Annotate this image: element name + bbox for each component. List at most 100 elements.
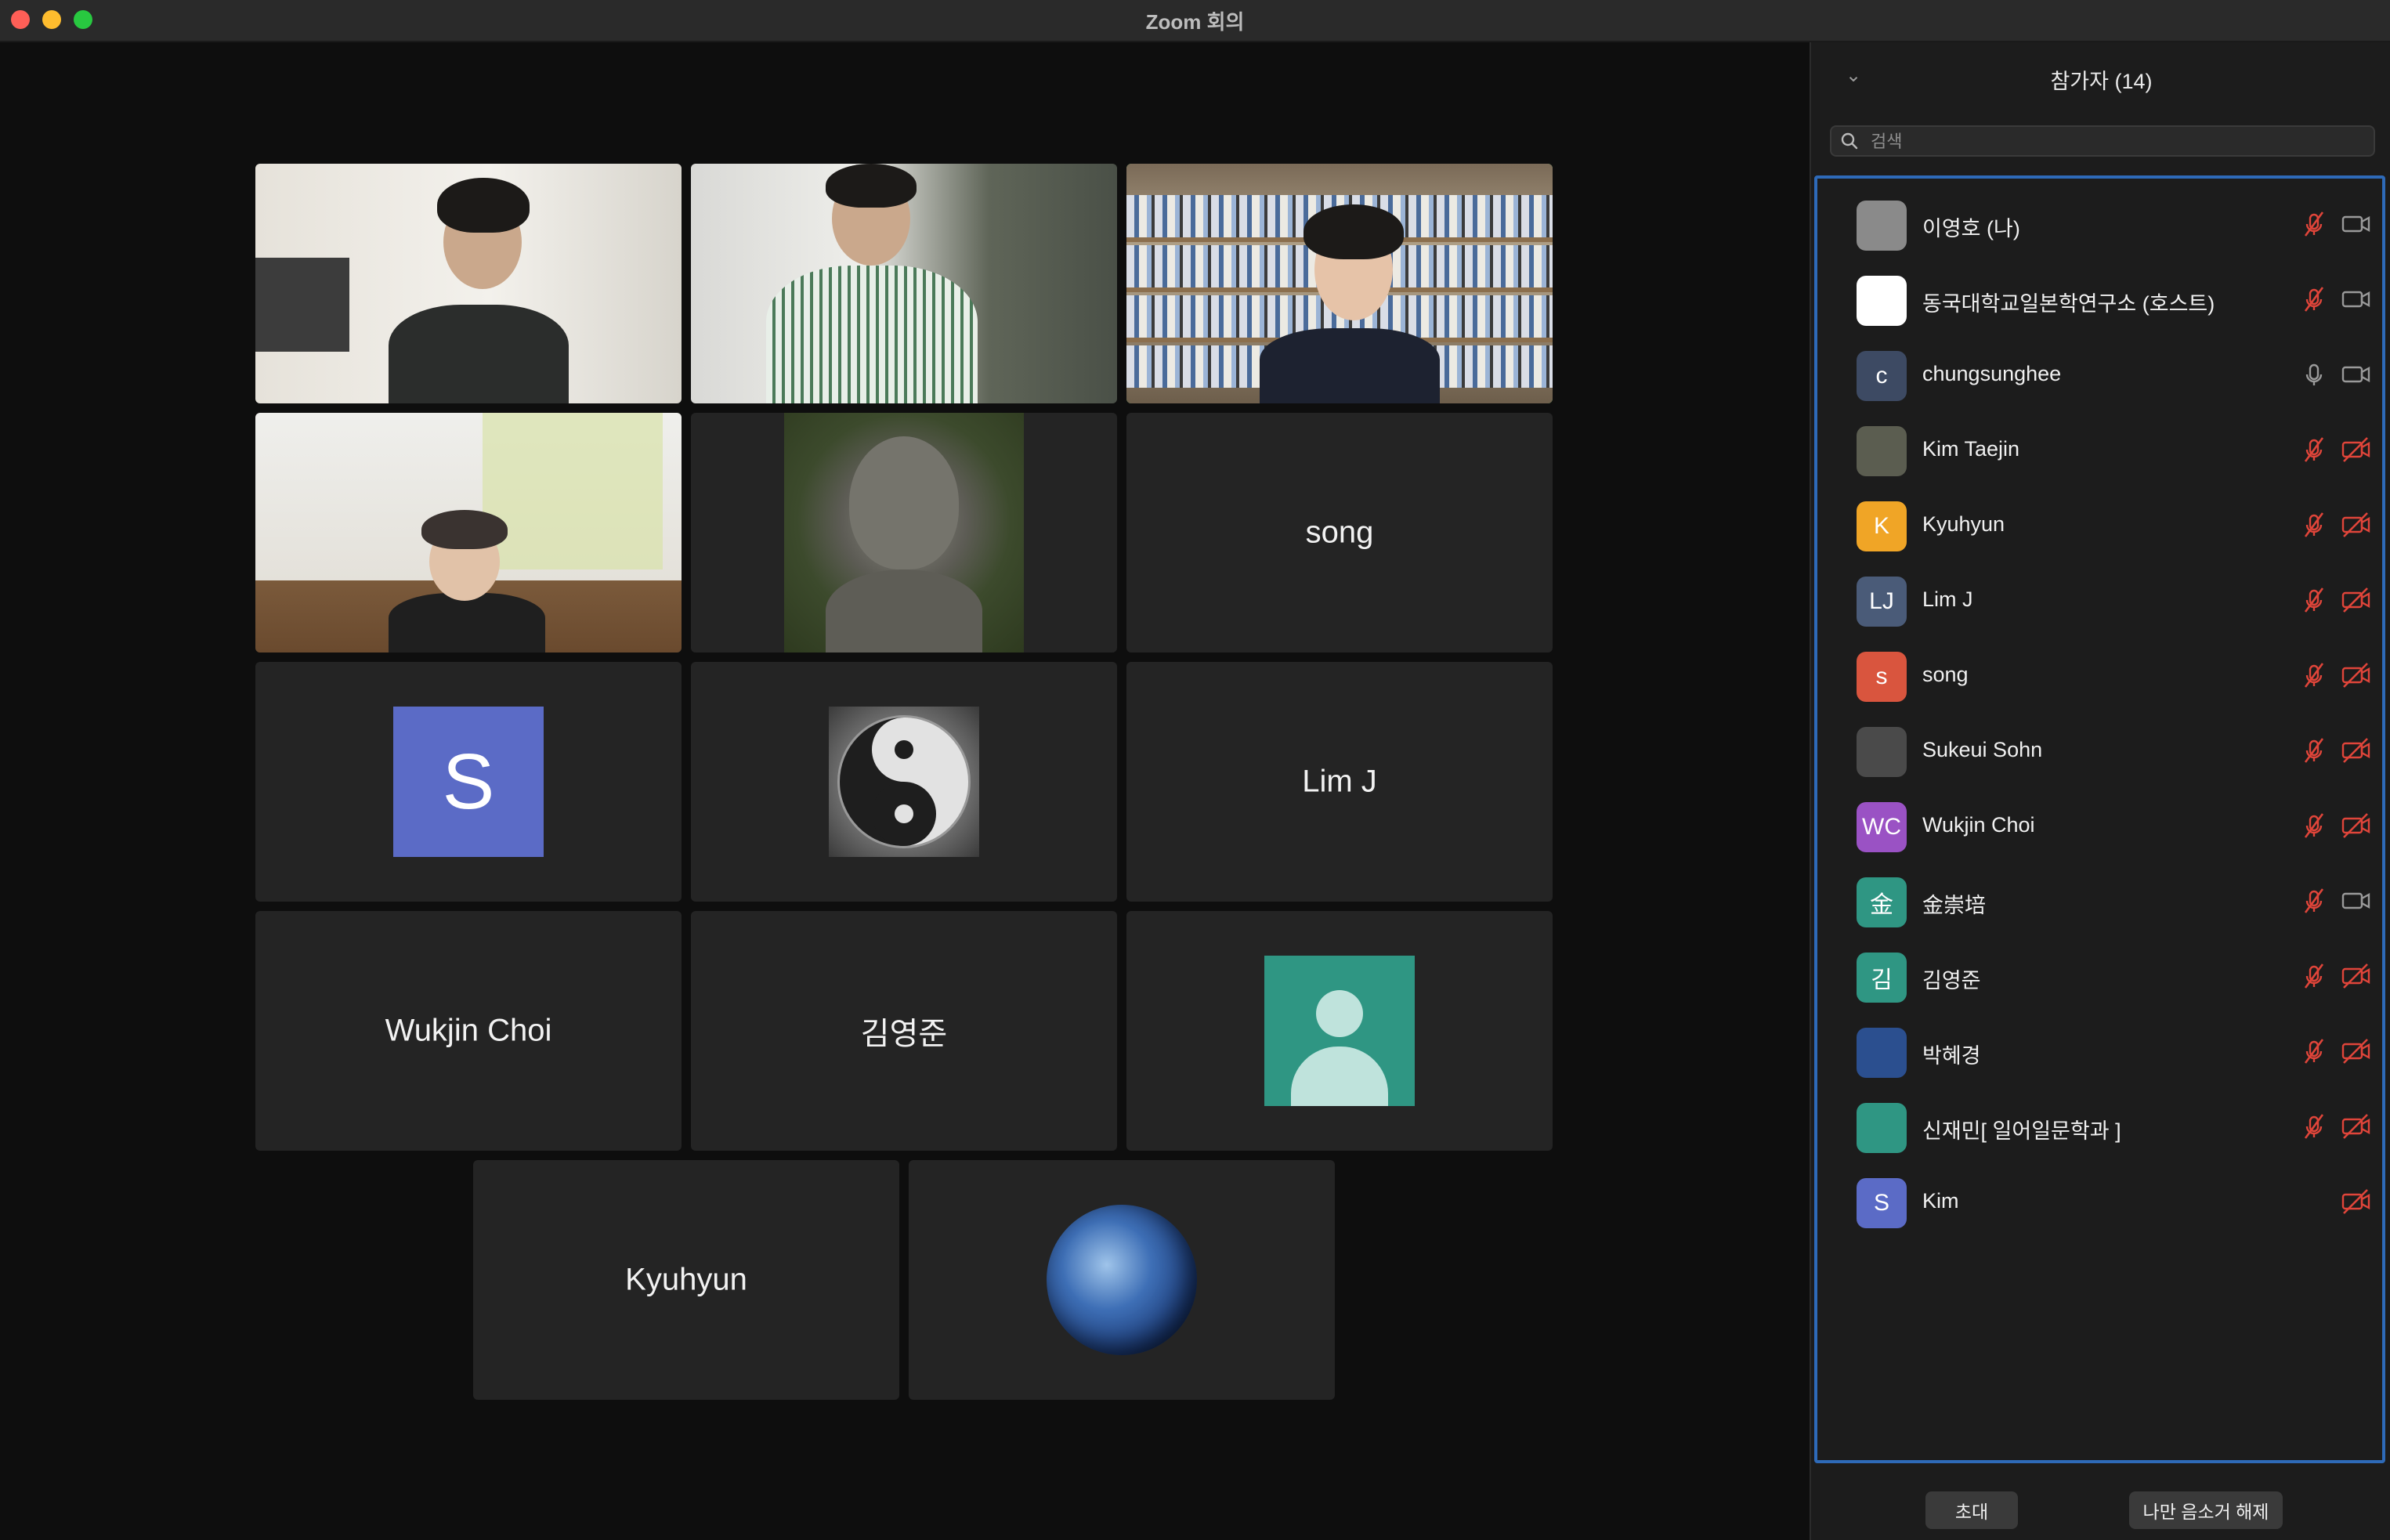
participant-avatar: 金 <box>1857 877 1907 927</box>
participant-row[interactable]: 동국대학교일본학연구소 (호스트) <box>1817 262 2382 337</box>
participant-row[interactable]: s song <box>1817 638 2382 713</box>
mic-icon[interactable] <box>2300 360 2328 389</box>
panel-title: 참가자 (14) <box>2050 70 2153 93</box>
participant-row[interactable]: LJ Lim J <box>1817 562 2382 638</box>
video-camera-icon[interactable] <box>2341 887 2372 915</box>
window-title: Zoom 회의 <box>1145 10 1245 34</box>
participant-row[interactable]: Sukeui Sohn <box>1817 713 2382 788</box>
video-tile[interactable]: Lim J <box>1126 662 1553 902</box>
camera-feed <box>691 164 1117 403</box>
video-off-icon[interactable] <box>2341 1037 2372 1065</box>
avatar-initials: LJ <box>1869 588 1894 614</box>
participant-avatar <box>1857 1103 1907 1153</box>
participant-name-label: Lim J <box>1302 764 1377 799</box>
participant-row[interactable]: WC Wukjin Choi <box>1817 788 2382 863</box>
participant-name: Kyuhyun <box>1922 512 2005 536</box>
video-tile[interactable]: Wukjin Choi <box>255 911 682 1151</box>
video-tile[interactable]: S <box>255 662 682 902</box>
participant-name: 신재민[ 일어일문학과 ] <box>1922 1119 2121 1143</box>
participant-row[interactable]: 신재민[ 일어일문학과 ] <box>1817 1089 2382 1164</box>
buddha-statue-image <box>784 413 1024 653</box>
participant-name: 동국대학교일본학연구소 (호스트) <box>1922 292 2215 316</box>
participant-name: song <box>1922 663 1969 686</box>
mic-muted-icon[interactable] <box>2300 736 2328 765</box>
video-camera-icon[interactable] <box>2341 285 2372 313</box>
mic-muted-icon[interactable] <box>2300 436 2328 464</box>
panel-footer: 초대 나만 음소거 해제 <box>1811 1463 2390 1540</box>
participant-avatar <box>1857 1028 1907 1078</box>
participant-name-label: 김영준 <box>860 1017 948 1051</box>
mic-muted-icon[interactable] <box>2300 1037 2328 1065</box>
default-person-avatar <box>1264 956 1415 1106</box>
participant-name: 金崇培 <box>1922 894 1986 917</box>
participant-avatar <box>1857 201 1907 251</box>
video-off-icon[interactable] <box>2341 962 2372 990</box>
invite-button[interactable]: 초대 <box>1925 1491 2018 1529</box>
participant-avatar: 김 <box>1857 953 1907 1003</box>
video-off-icon[interactable] <box>2341 812 2372 840</box>
earth-globe-avatar <box>1047 1205 1197 1355</box>
participant-avatar: s <box>1857 652 1907 702</box>
mic-muted-icon[interactable] <box>2300 812 2328 840</box>
mic-muted-icon[interactable] <box>2300 511 2328 539</box>
video-tile[interactable]: song <box>1126 413 1553 653</box>
avatar-initials: K <box>1873 513 1889 539</box>
avatar-initials: 金 <box>1870 892 1893 918</box>
participant-row[interactable]: 金 金崇培 <box>1817 863 2382 938</box>
video-camera-icon[interactable] <box>2341 360 2372 389</box>
video-off-icon[interactable] <box>2341 511 2372 539</box>
camera-feed <box>255 164 682 403</box>
mic-muted-icon[interactable] <box>2300 1112 2328 1141</box>
avatar-initials: 김 <box>1871 967 1893 993</box>
participant-row[interactable]: K Kyuhyun <box>1817 487 2382 562</box>
participant-row[interactable]: 김 김영준 <box>1817 938 2382 1014</box>
video-tile[interactable] <box>1126 911 1553 1151</box>
mic-muted-icon[interactable] <box>2300 661 2328 689</box>
video-off-icon[interactable] <box>2341 661 2372 689</box>
participant-name: Lim J <box>1922 587 1973 611</box>
video-tile[interactable]: 김영준 <box>691 911 1117 1151</box>
participant-row[interactable]: c chungsunghee <box>1817 337 2382 412</box>
video-tile-active-speaker[interactable] <box>1126 164 1553 403</box>
participant-name: Sukeui Sohn <box>1922 738 2043 761</box>
mic-muted-icon[interactable] <box>2300 887 2328 915</box>
unmute-me-button[interactable]: 나만 음소거 해제 <box>2129 1491 2283 1529</box>
video-gallery: song S Lim J Wukjin Choi 김영준 Kyuhyun <box>0 42 1810 1540</box>
mic-muted-icon[interactable] <box>2300 586 2328 614</box>
camera-feed <box>255 413 682 653</box>
participant-name: 박혜경 <box>1922 1044 1981 1068</box>
video-off-icon[interactable] <box>2341 1112 2372 1141</box>
video-tile[interactable] <box>691 164 1117 403</box>
video-camera-icon[interactable] <box>2341 210 2372 238</box>
video-tile[interactable]: Kyuhyun <box>473 1160 899 1400</box>
video-off-icon[interactable] <box>2341 736 2372 765</box>
participant-row[interactable]: 박혜경 <box>1817 1014 2382 1089</box>
video-off-icon[interactable] <box>2341 586 2372 614</box>
search-input[interactable] <box>1869 127 2366 157</box>
video-tile[interactable] <box>255 164 682 403</box>
participant-row[interactable]: 이영호 (나) <box>1817 186 2382 262</box>
mic-muted-icon[interactable] <box>2300 285 2328 313</box>
window-titlebar: Zoom 회의 <box>0 0 2390 42</box>
participant-avatar: K <box>1857 501 1907 551</box>
participant-row[interactable]: Kim Taejin <box>1817 412 2382 487</box>
video-tile[interactable] <box>691 413 1117 653</box>
participant-avatar <box>1857 727 1907 777</box>
participants-panel: ⌄ 참가자 (14) 이영호 (나)동국대학교일본학연구소 (호스트)cchun… <box>1810 42 2390 1540</box>
participant-name: Kim <box>1922 1189 1959 1213</box>
participant-list[interactable]: 이영호 (나) 동국대학교일본학연구소 (호스트) c chungsunghee Kim… <box>1814 175 2385 1463</box>
video-tile[interactable] <box>255 413 682 653</box>
camera-feed <box>1126 164 1553 403</box>
yin-yang-avatar <box>829 707 979 857</box>
participant-avatar: S <box>1857 1178 1907 1228</box>
video-tile[interactable] <box>909 1160 1335 1400</box>
video-off-icon[interactable] <box>2341 1188 2372 1216</box>
participant-row[interactable]: S Kim <box>1817 1164 2382 1239</box>
avatar-initial: S <box>442 737 495 826</box>
mic-muted-icon[interactable] <box>2300 210 2328 238</box>
mic-muted-icon[interactable] <box>2300 962 2328 990</box>
video-tile[interactable] <box>691 662 1117 902</box>
participant-search[interactable] <box>1830 125 2375 157</box>
video-off-icon[interactable] <box>2341 436 2372 464</box>
participant-avatar: WC <box>1857 802 1907 852</box>
